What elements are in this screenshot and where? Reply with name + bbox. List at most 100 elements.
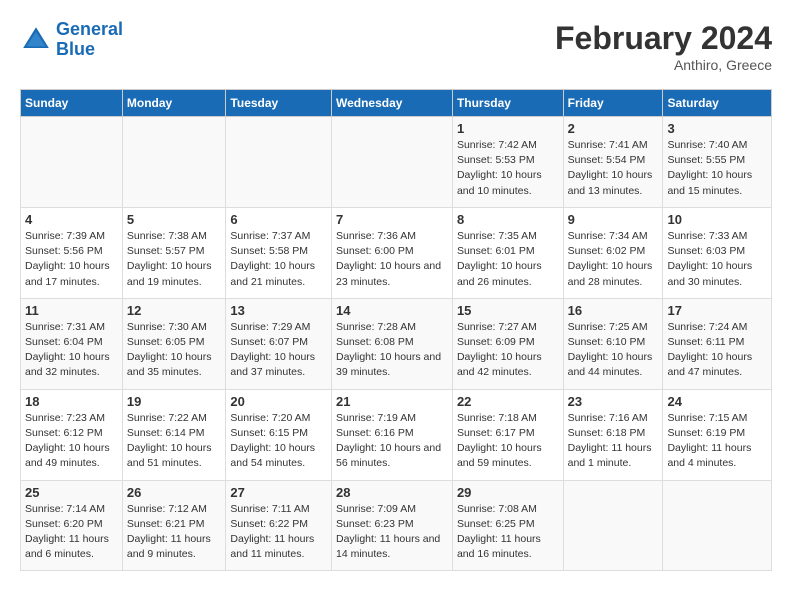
day-info: Sunrise: 7:31 AM Sunset: 6:04 PM Dayligh… <box>25 320 118 381</box>
calendar-cell: 29 Sunrise: 7:08 AM Sunset: 6:25 PM Dayli… <box>452 480 563 571</box>
day-number: 1 <box>457 121 559 136</box>
calendar-cell: 21 Sunrise: 7:19 AM Sunset: 6:16 PM Dayli… <box>331 389 452 480</box>
calendar-cell: 15Sunrise: 7:27 AM Sunset: 6:09 PM Dayli… <box>452 298 563 389</box>
calendar-week-row: 4 Sunrise: 7:39 AM Sunset: 5:56 PM Daylig… <box>21 207 772 298</box>
calendar-cell <box>331 117 452 208</box>
day-number: 24 <box>667 394 767 409</box>
day-info: Sunrise: 7:11 AM Sunset: 6:22 PM Dayligh… <box>230 502 327 563</box>
day-number: 21 <box>336 394 448 409</box>
calendar-cell: 9 Sunrise: 7:34 AM Sunset: 6:02 PM Daylig… <box>563 207 663 298</box>
calendar-cell: 3Sunrise: 7:40 AM Sunset: 5:55 PM Daylig… <box>663 117 772 208</box>
column-header-sunday: Sunday <box>21 90 123 117</box>
column-header-saturday: Saturday <box>663 90 772 117</box>
day-number: 10 <box>667 212 767 227</box>
column-header-wednesday: Wednesday <box>331 90 452 117</box>
calendar-week-row: 1Sunrise: 7:42 AM Sunset: 5:53 PM Daylig… <box>21 117 772 208</box>
calendar-cell: 14Sunrise: 7:28 AM Sunset: 6:08 PM Dayli… <box>331 298 452 389</box>
day-info: Sunrise: 7:25 AM Sunset: 6:10 PM Dayligh… <box>568 320 659 381</box>
day-number: 9 <box>568 212 659 227</box>
calendar-cell: 11 Sunrise: 7:31 AM Sunset: 6:04 PM Dayli… <box>21 298 123 389</box>
column-header-tuesday: Tuesday <box>226 90 332 117</box>
day-info: Sunrise: 7:28 AM Sunset: 6:08 PM Dayligh… <box>336 320 448 381</box>
day-number: 5 <box>127 212 222 227</box>
day-number: 3 <box>667 121 767 136</box>
page-header: General Blue February 2024 Anthiro, Gree… <box>20 20 772 73</box>
calendar-week-row: 11 Sunrise: 7:31 AM Sunset: 6:04 PM Dayli… <box>21 298 772 389</box>
day-info: Sunrise: 7:14 AM Sunset: 6:20 PM Dayligh… <box>25 502 118 563</box>
calendar-cell: 8 Sunrise: 7:35 AM Sunset: 6:01 PM Daylig… <box>452 207 563 298</box>
calendar-cell: 1Sunrise: 7:42 AM Sunset: 5:53 PM Daylig… <box>452 117 563 208</box>
calendar-cell: 13 Sunrise: 7:29 AM Sunset: 6:07 PM Dayli… <box>226 298 332 389</box>
title-block: February 2024 Anthiro, Greece <box>555 20 772 73</box>
day-info: Sunrise: 7:39 AM Sunset: 5:56 PM Dayligh… <box>25 229 118 290</box>
calendar-cell <box>122 117 226 208</box>
calendar-cell: 19 Sunrise: 7:22 AM Sunset: 6:14 PM Dayli… <box>122 389 226 480</box>
calendar-cell: 4 Sunrise: 7:39 AM Sunset: 5:56 PM Daylig… <box>21 207 123 298</box>
day-info: Sunrise: 7:09 AM Sunset: 6:23 PM Dayligh… <box>336 502 448 563</box>
calendar-cell: 23 Sunrise: 7:16 AM Sunset: 6:18 PM Dayli… <box>563 389 663 480</box>
day-number: 23 <box>568 394 659 409</box>
day-number: 11 <box>25 303 118 318</box>
day-number: 29 <box>457 485 559 500</box>
calendar-cell: 7 Sunrise: 7:36 AM Sunset: 6:00 PM Daylig… <box>331 207 452 298</box>
day-info: Sunrise: 7:41 AM Sunset: 5:54 PM Dayligh… <box>568 138 659 199</box>
calendar-cell: 10 Sunrise: 7:33 AM Sunset: 6:03 PM Dayli… <box>663 207 772 298</box>
calendar-week-row: 25Sunrise: 7:14 AM Sunset: 6:20 PM Dayli… <box>21 480 772 571</box>
day-number: 12 <box>127 303 222 318</box>
day-info: Sunrise: 7:12 AM Sunset: 6:21 PM Dayligh… <box>127 502 222 563</box>
day-number: 17 <box>667 303 767 318</box>
subtitle: Anthiro, Greece <box>555 57 772 73</box>
day-number: 4 <box>25 212 118 227</box>
day-number: 15 <box>457 303 559 318</box>
day-info: Sunrise: 7:33 AM Sunset: 6:03 PM Dayligh… <box>667 229 767 290</box>
day-number: 27 <box>230 485 327 500</box>
calendar-cell <box>663 480 772 571</box>
logo-text: General Blue <box>56 20 123 60</box>
day-number: 2 <box>568 121 659 136</box>
day-number: 16 <box>568 303 659 318</box>
day-info: Sunrise: 7:29 AM Sunset: 6:07 PM Dayligh… <box>230 320 327 381</box>
day-info: Sunrise: 7:20 AM Sunset: 6:15 PM Dayligh… <box>230 411 327 472</box>
calendar-cell: 26 Sunrise: 7:12 AM Sunset: 6:21 PM Dayli… <box>122 480 226 571</box>
day-info: Sunrise: 7:35 AM Sunset: 6:01 PM Dayligh… <box>457 229 559 290</box>
day-number: 19 <box>127 394 222 409</box>
day-number: 20 <box>230 394 327 409</box>
calendar-cell <box>226 117 332 208</box>
calendar-cell: 6 Sunrise: 7:37 AM Sunset: 5:58 PM Daylig… <box>226 207 332 298</box>
column-header-thursday: Thursday <box>452 90 563 117</box>
calendar-cell: 25Sunrise: 7:14 AM Sunset: 6:20 PM Dayli… <box>21 480 123 571</box>
calendar-cell: 20 Sunrise: 7:20 AM Sunset: 6:15 PM Dayli… <box>226 389 332 480</box>
day-info: Sunrise: 7:19 AM Sunset: 6:16 PM Dayligh… <box>336 411 448 472</box>
logo-icon <box>20 24 52 56</box>
day-info: Sunrise: 7:34 AM Sunset: 6:02 PM Dayligh… <box>568 229 659 290</box>
day-number: 22 <box>457 394 559 409</box>
day-info: Sunrise: 7:24 AM Sunset: 6:11 PM Dayligh… <box>667 320 767 381</box>
calendar-cell: 28 Sunrise: 7:09 AM Sunset: 6:23 PM Dayli… <box>331 480 452 571</box>
calendar-cell: 27 Sunrise: 7:11 AM Sunset: 6:22 PM Dayli… <box>226 480 332 571</box>
calendar-cell: 16 Sunrise: 7:25 AM Sunset: 6:10 PM Dayli… <box>563 298 663 389</box>
day-number: 13 <box>230 303 327 318</box>
day-number: 18 <box>25 394 118 409</box>
day-info: Sunrise: 7:18 AM Sunset: 6:17 PM Dayligh… <box>457 411 559 472</box>
day-info: Sunrise: 7:37 AM Sunset: 5:58 PM Dayligh… <box>230 229 327 290</box>
day-number: 7 <box>336 212 448 227</box>
day-number: 28 <box>336 485 448 500</box>
calendar-cell: 5Sunrise: 7:38 AM Sunset: 5:57 PM Daylig… <box>122 207 226 298</box>
calendar-cell: 2 Sunrise: 7:41 AM Sunset: 5:54 PM Daylig… <box>563 117 663 208</box>
day-number: 26 <box>127 485 222 500</box>
column-header-friday: Friday <box>563 90 663 117</box>
calendar-cell: 17 Sunrise: 7:24 AM Sunset: 6:11 PM Dayli… <box>663 298 772 389</box>
column-header-monday: Monday <box>122 90 226 117</box>
day-info: Sunrise: 7:08 AM Sunset: 6:25 PM Dayligh… <box>457 502 559 563</box>
day-number: 8 <box>457 212 559 227</box>
day-info: Sunrise: 7:16 AM Sunset: 6:18 PM Dayligh… <box>568 411 659 472</box>
calendar-cell: 12Sunrise: 7:30 AM Sunset: 6:05 PM Dayli… <box>122 298 226 389</box>
calendar-cell: 24Sunrise: 7:15 AM Sunset: 6:19 PM Dayli… <box>663 389 772 480</box>
calendar-week-row: 18 Sunrise: 7:23 AM Sunset: 6:12 PM Dayli… <box>21 389 772 480</box>
main-title: February 2024 <box>555 20 772 57</box>
calendar-cell: 22 Sunrise: 7:18 AM Sunset: 6:17 PM Dayli… <box>452 389 563 480</box>
day-info: Sunrise: 7:36 AM Sunset: 6:00 PM Dayligh… <box>336 229 448 290</box>
day-info: Sunrise: 7:22 AM Sunset: 6:14 PM Dayligh… <box>127 411 222 472</box>
day-info: Sunrise: 7:23 AM Sunset: 6:12 PM Dayligh… <box>25 411 118 472</box>
day-number: 6 <box>230 212 327 227</box>
